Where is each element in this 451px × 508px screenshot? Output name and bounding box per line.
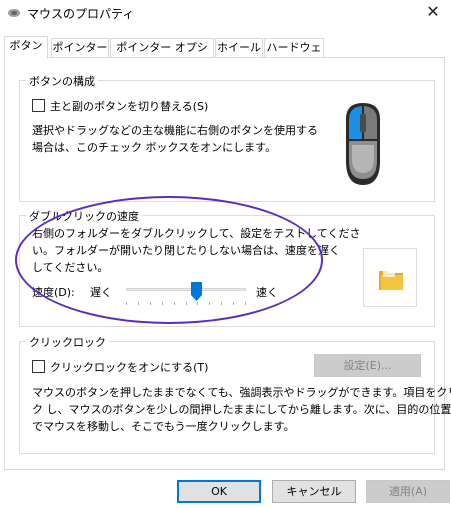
close-button[interactable]: ✕: [415, 0, 451, 26]
slider-tick: [174, 302, 175, 305]
slider-tick: [197, 302, 198, 305]
slider-tick: [150, 302, 151, 305]
button-config-title: ボタンの構成: [26, 73, 98, 89]
slider-track: [126, 288, 246, 291]
slider-tick: [138, 302, 139, 305]
title-bar: マウスのプロパティ ✕: [0, 0, 451, 26]
click-lock-label[interactable]: クリックロックをオンにする(T): [50, 359, 208, 375]
click-lock-group: クリックロック クリックロックをオンにする(T) 設定(E)... マウスのボタ…: [19, 334, 451, 454]
double-click-group: ダブルクリックの速度 右側のフォルダーをダブルクリックして、設定をテストしてくだ…: [19, 208, 435, 327]
slider-tick: [162, 302, 163, 305]
click-lock-settings-button[interactable]: 設定(E)...: [314, 354, 421, 377]
swap-buttons-checkbox[interactable]: [32, 99, 45, 112]
mouse-illustration-icon: [338, 99, 388, 189]
slider-thumb[interactable]: [191, 282, 202, 301]
button-config-group: ボタンの構成 主と副のボタンを切り替える(S) 選択やドラッグなどの主な機能に右…: [19, 73, 435, 202]
double-click-title: ダブルクリックの速度: [26, 208, 142, 224]
test-folder-area[interactable]: [363, 248, 417, 307]
fast-label: 速く: [256, 286, 278, 299]
slider-tick: [233, 302, 234, 305]
tab-buttons[interactable]: ボタン: [4, 36, 48, 59]
slider-tick: [209, 302, 210, 305]
cancel-button[interactable]: キャンセル: [272, 480, 356, 503]
click-lock-description: マウスのボタンを押したままでなくても、強調表示やドラッグができます。項目をクリッ…: [32, 386, 451, 433]
speed-slider[interactable]: [126, 280, 246, 306]
window-title: マウスのプロパティ: [27, 7, 135, 21]
close-icon: ✕: [426, 2, 440, 21]
folder-icon[interactable]: [377, 265, 405, 296]
ok-button[interactable]: OK: [177, 480, 261, 503]
slider-tick: [126, 302, 127, 305]
apply-button[interactable]: 適用(A): [366, 480, 450, 503]
button-config-description: 選択やドラッグなどの主な機能に右側のボタンを使用する 場合は、このチェック ボッ…: [32, 124, 318, 154]
tab-panel: ボタンの構成 主と副のボタンを切り替える(S) 選択やドラッグなどの主な機能に右…: [4, 57, 451, 470]
slider-tick: [245, 302, 246, 305]
double-click-description: 右側のフォルダーをダブルクリックして、設定をテストしてくださ い。フォルダーが開…: [32, 227, 361, 274]
click-lock-checkbox[interactable]: [32, 360, 45, 373]
slider-tick: [186, 302, 187, 305]
tab-wheel[interactable]: ホイール: [215, 38, 263, 58]
mouse-icon: [7, 8, 21, 18]
tab-hardware[interactable]: ハードウェア: [264, 38, 324, 72]
speed-label: 速度(D):: [32, 286, 75, 299]
tab-pointer-options[interactable]: ポインター オプション: [110, 38, 214, 72]
swap-buttons-label[interactable]: 主と副のボタンを切り替える(S): [50, 98, 208, 114]
click-lock-title: クリックロック: [26, 334, 109, 350]
slider-tick: [221, 302, 222, 305]
slow-label: 遅く: [90, 286, 112, 299]
tab-pointer[interactable]: ポインター: [51, 38, 109, 58]
